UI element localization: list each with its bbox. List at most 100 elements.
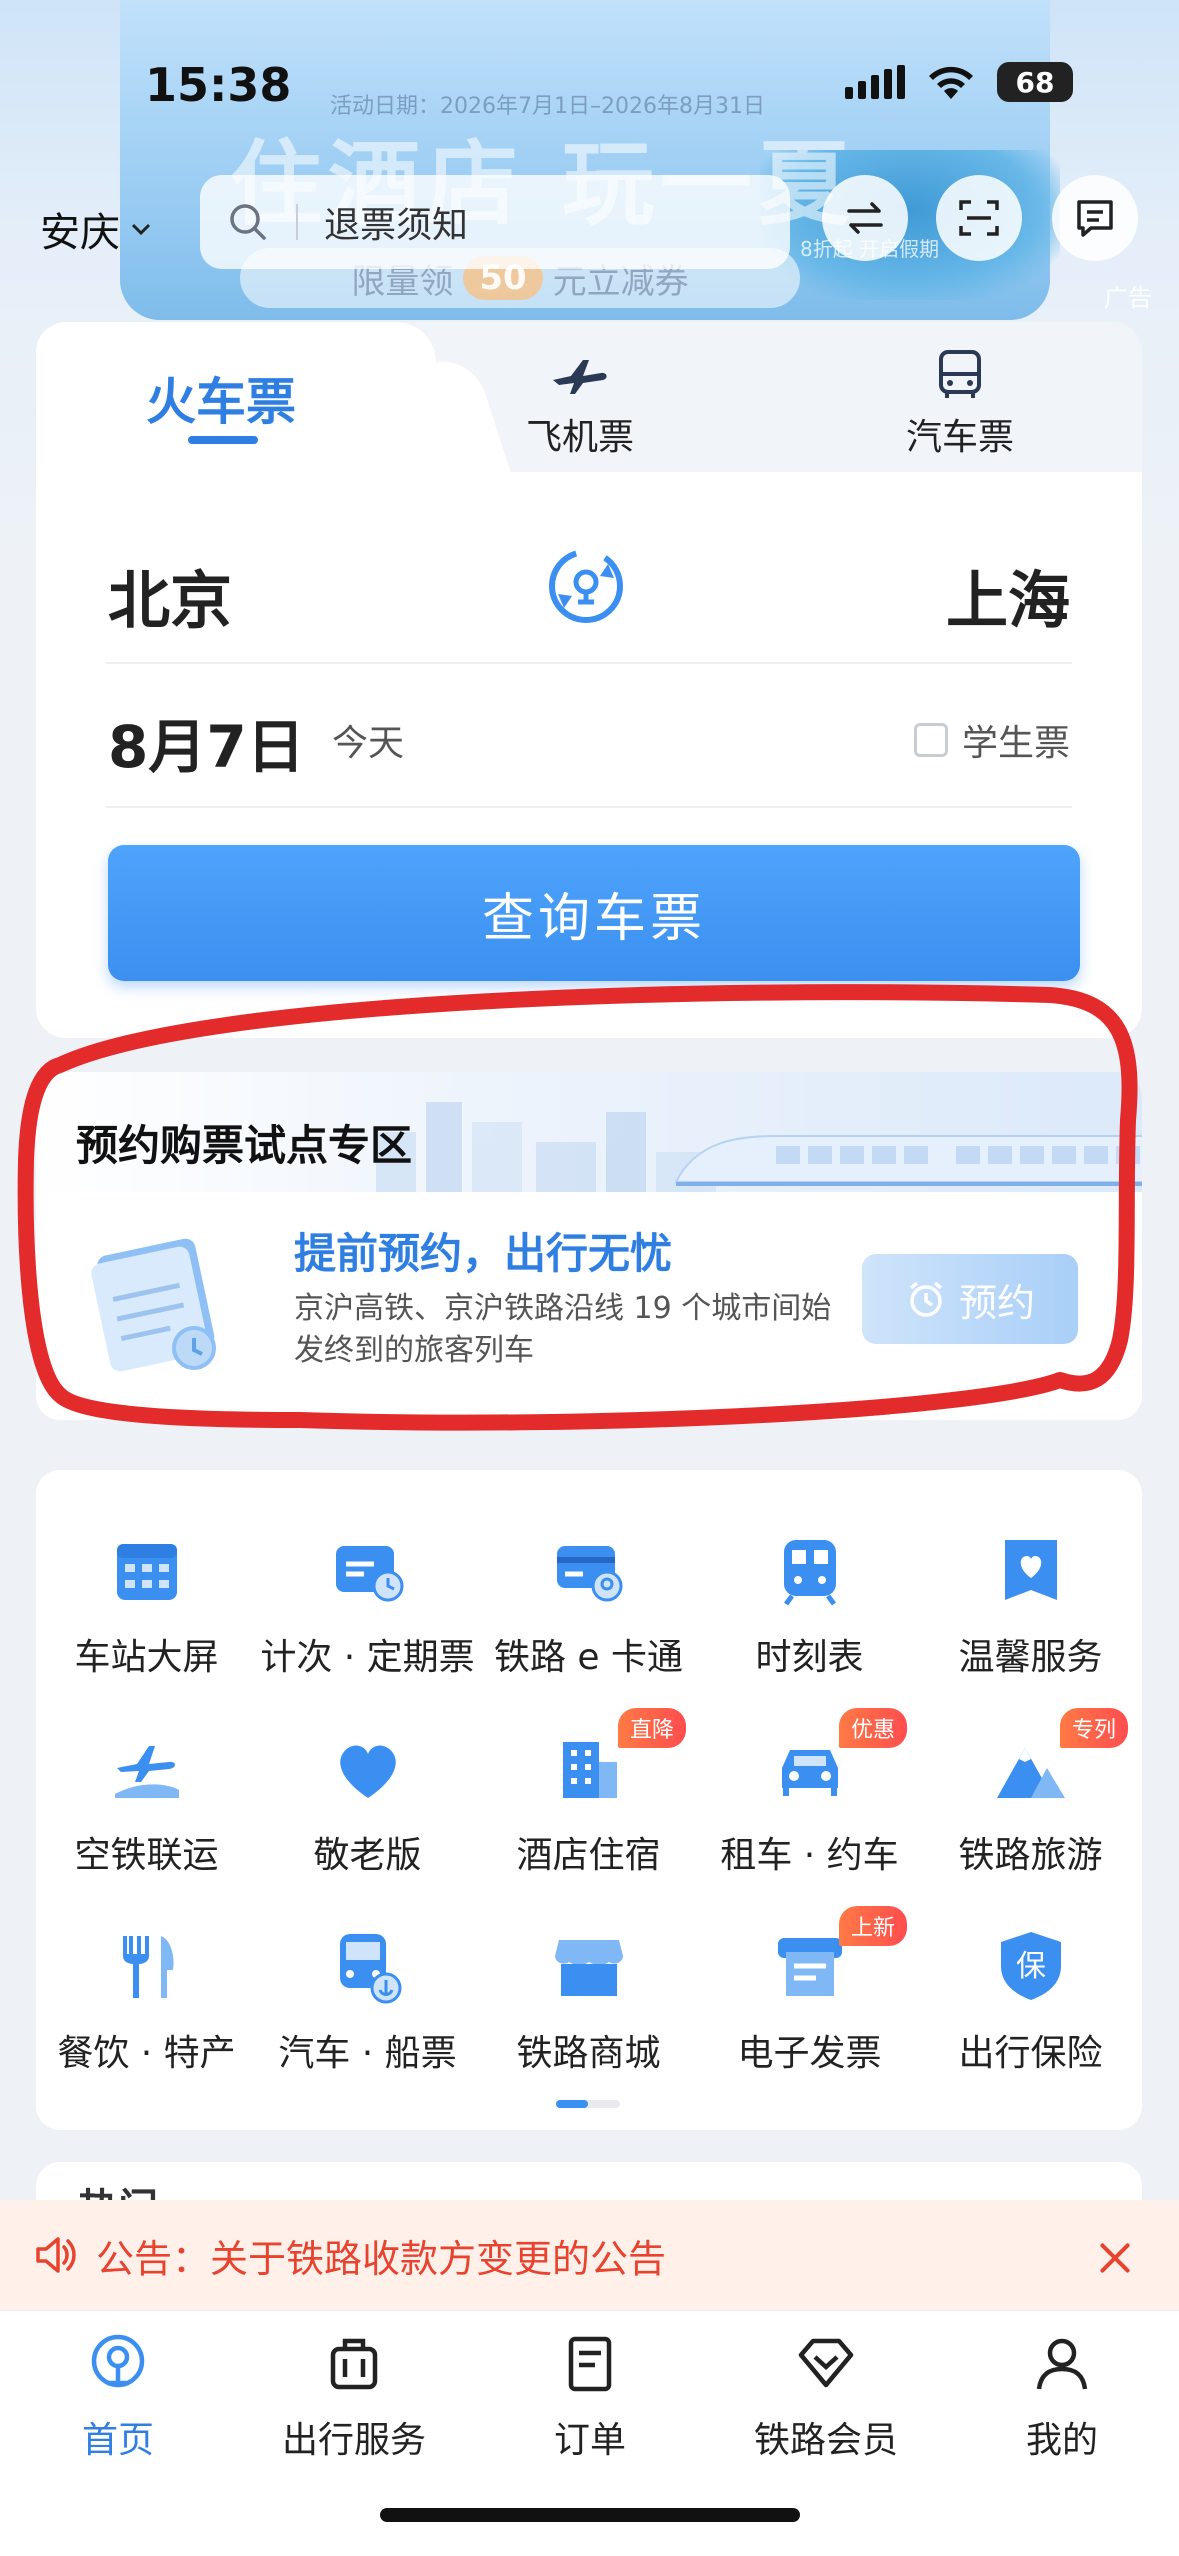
airplane-icon (553, 360, 607, 394)
bus-icon (939, 350, 981, 398)
nav-label: 铁路会员 (753, 2420, 898, 2461)
search-tickets-button[interactable]: 查询车票 (108, 845, 1080, 981)
message-button[interactable] (1052, 175, 1138, 261)
scan-icon (959, 200, 999, 236)
message-icon (1077, 200, 1113, 237)
bus-ship-icon (339, 1934, 401, 2004)
service-label: 租车 · 约车 (720, 1835, 899, 1876)
reservation-description: 京沪高铁、京沪铁路沿线 19 个城市间始发终到的旅客列车 (294, 1291, 832, 1368)
city-selector[interactable]: 安庆 (40, 200, 154, 258)
service-car[interactable]: 优惠 租车 · 约车 (699, 1708, 920, 1878)
notice-text: 公告：关于铁路收款方变更的公告 (96, 2236, 667, 2281)
timetable-icon (783, 1540, 836, 1606)
nav-label: 出行服务 (281, 2420, 426, 2461)
service-label: 车站大屏 (74, 1637, 219, 1678)
service-period-ticket[interactable]: 计次 · 定期票 (257, 1530, 478, 1680)
chevron-down-icon (131, 223, 151, 236)
ticket-search-card: 火车票 飞机票 汽车票 北京 上海 8月7日 今天 学生票 查询车票 (36, 322, 1142, 1038)
service-label: 计次 · 定期票 (260, 1637, 475, 1678)
service-insurance[interactable]: 保 出行保险 (920, 1926, 1141, 2076)
service-air-rail[interactable]: 空铁联运 (36, 1728, 257, 1878)
arrival-station[interactable]: 上海 (946, 550, 1070, 640)
mountain-icon (996, 1748, 1065, 1798)
tab-flight-label: 飞机票 (526, 417, 635, 458)
order-icon (568, 2336, 612, 2392)
search-icon (230, 204, 266, 240)
student-ticket-checkbox[interactable] (913, 723, 948, 757)
shop-icon (554, 1940, 623, 1996)
signal-icon (845, 65, 905, 99)
service-ecard[interactable]: 铁路 e 卡通 (478, 1530, 699, 1680)
speaker-icon (36, 2237, 76, 2273)
insurance-icon: 保 (1000, 1932, 1061, 2000)
hotel-icon (562, 1742, 617, 1798)
train-illustration (674, 1135, 1142, 1186)
nav-member[interactable]: 铁路会员 (708, 2331, 944, 2463)
reserve-button-label: 预约 (958, 1280, 1035, 1325)
page-indicator (556, 2100, 620, 2108)
reservation-title: 预约购票试点专区 (76, 1121, 413, 1170)
status-indicators: 68 (845, 62, 1073, 102)
nav-orders[interactable]: 订单 (472, 2331, 708, 2463)
service-label: 敬老版 (313, 1835, 422, 1876)
tab-underline (188, 436, 258, 444)
service-label: 温馨服务 (958, 1637, 1103, 1678)
service-label: 铁路商城 (516, 2033, 661, 2074)
nav-label: 首页 (81, 2420, 154, 2461)
service-tag: 直降 (618, 1708, 687, 1748)
nav-profile[interactable]: 我的 (944, 2331, 1179, 2463)
service-label: 餐饮 · 特产 (57, 2033, 236, 2074)
close-icon[interactable] (1091, 2234, 1139, 2282)
reserve-button[interactable]: 预约 (862, 1254, 1078, 1344)
service-tag: 专列 (1060, 1708, 1129, 1748)
swap-arrows-button[interactable] (822, 175, 908, 261)
notice-bar[interactable]: 公告：关于铁路收款方变更的公告 (0, 2200, 1179, 2310)
service-elderly[interactable]: 敬老版 (257, 1728, 478, 1878)
heart-icon (339, 1745, 396, 1798)
service-tag: 优惠 (839, 1708, 908, 1748)
service-shop[interactable]: 铁路商城 (478, 1926, 699, 2076)
swap-arrows-icon (847, 202, 883, 234)
nav-home[interactable]: 首页 (0, 2331, 236, 2463)
departure-station[interactable]: 北京 (108, 550, 232, 640)
svg-text:保: 保 (1016, 1949, 1046, 1984)
divider (106, 662, 1072, 664)
scan-button[interactable] (936, 175, 1022, 261)
service-dining[interactable]: 餐饮 · 特产 (36, 1926, 257, 2076)
home-icon (91, 2334, 145, 2388)
luggage-icon (330, 2338, 378, 2390)
search-separator (296, 204, 298, 240)
service-label: 铁路旅游 (958, 1835, 1103, 1876)
student-ticket-toggle[interactable]: 学生票 (913, 714, 1070, 766)
nav-travel-service[interactable]: 出行服务 (236, 2331, 472, 2463)
swap-stations-icon[interactable] (544, 544, 628, 628)
travel-date[interactable]: 8月7日 (108, 700, 305, 784)
tab-bus[interactable]: 汽车票 (906, 350, 1014, 460)
car-icon (781, 1750, 838, 1796)
service-invoice[interactable]: 上新 电子发票 (699, 1906, 920, 2076)
battery-indicator: 68 (997, 62, 1073, 102)
service-hotel[interactable]: 直降 酒店住宿 (478, 1708, 699, 1878)
warm-service-icon (1004, 1540, 1057, 1600)
service-label: 电子发票 (737, 2033, 882, 2074)
reservation-headline: 提前预约，出行无忧 (294, 1229, 673, 1278)
service-warm[interactable]: 温馨服务 (920, 1530, 1141, 1680)
wifi-icon (929, 66, 973, 99)
member-icon (798, 2338, 854, 2388)
home-indicator (380, 2508, 800, 2522)
service-label: 铁路 e 卡通 (493, 1637, 684, 1678)
service-bus-ship[interactable]: 汽车 · 船票 (257, 1926, 478, 2076)
reservation-section: 预约购票试点专区 提前预约，出行无忧 京沪高铁、京沪铁路沿线 19 个城市间始发… (36, 1072, 1142, 1420)
search-placeholder: 退票须知 (324, 205, 469, 246)
tab-train[interactable]: 火车票 (36, 322, 436, 482)
tab-bus-label: 汽车票 (906, 417, 1015, 458)
status-time: 15:38 (145, 58, 292, 112)
service-tag: 上新 (839, 1906, 908, 1946)
service-tourism[interactable]: 专列 铁路旅游 (920, 1708, 1141, 1878)
search-bar[interactable]: 退票须知 (200, 175, 790, 269)
ad-label: 广告 (1104, 284, 1152, 312)
service-timetable[interactable]: 时刻表 (699, 1530, 920, 1680)
tab-flight[interactable]: 飞机票 (526, 350, 634, 460)
travel-date-hint: 今天 (332, 723, 405, 764)
service-station-screen[interactable]: 车站大屏 (36, 1530, 257, 1680)
